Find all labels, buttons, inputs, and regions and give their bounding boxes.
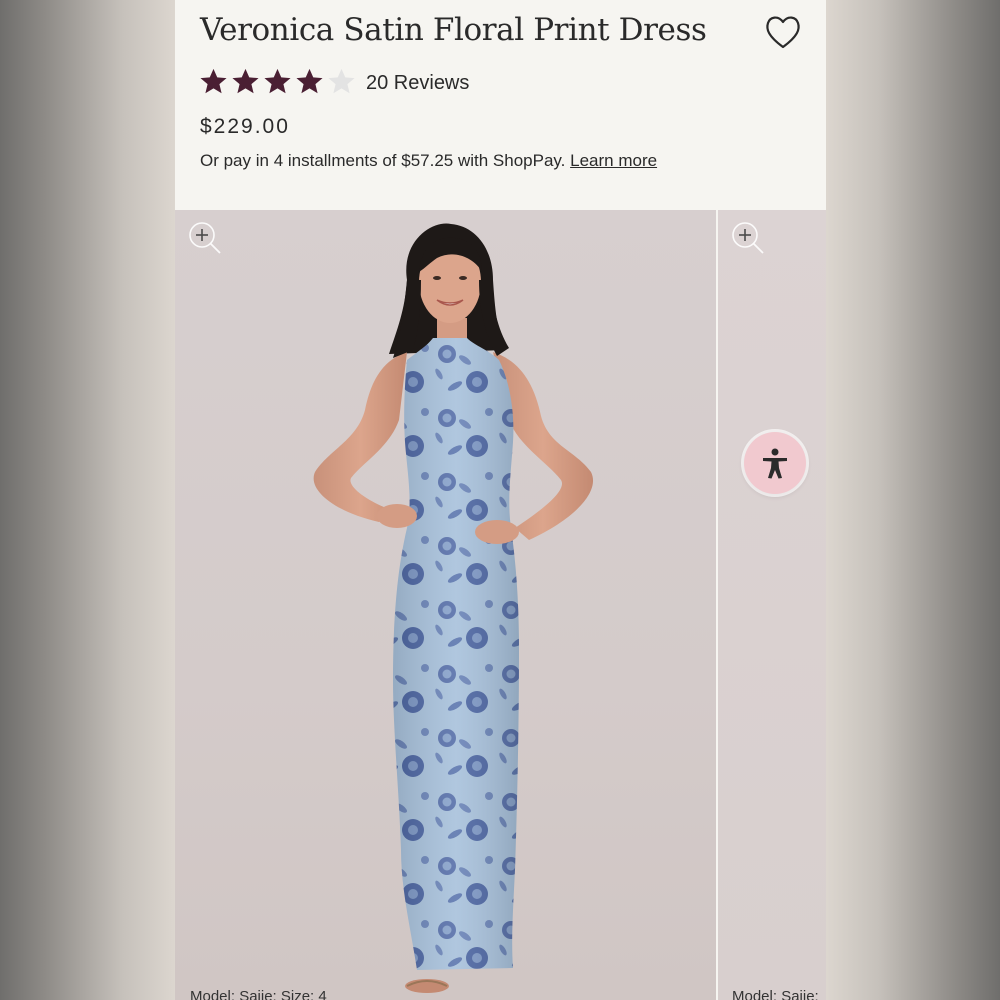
- product-header: Veronica Satin Floral Print Dress 20 Rev…: [175, 0, 826, 210]
- accessibility-button[interactable]: [744, 432, 806, 494]
- reviews-link[interactable]: 20 Reviews: [366, 72, 469, 95]
- gallery-slide-next[interactable]: Model: Saije;: [718, 210, 826, 1000]
- product-price: $229.00: [200, 115, 290, 138]
- star-filled-icon: [296, 68, 323, 94]
- product-page: Veronica Satin Floral Print Dress 20 Rev…: [175, 0, 826, 1000]
- star-empty-icon: [328, 68, 355, 94]
- background-right: [826, 0, 1000, 1000]
- installments-text: Or pay in 4 installments of $57.25 with …: [200, 151, 566, 170]
- accessibility-icon: [763, 448, 787, 479]
- installments-note: Or pay in 4 installments of $57.25 with …: [200, 151, 657, 171]
- gallery-slide-main[interactable]: Model: Saije; Size: 4: [175, 210, 716, 1000]
- background-left: [0, 0, 175, 1000]
- model-caption: Model: Saije; Size: 4: [190, 988, 327, 1000]
- star-filled-icon: [264, 68, 291, 94]
- rating-stars: [199, 67, 356, 96]
- heart-outline-icon[interactable]: [764, 14, 802, 50]
- product-photo: [313, 223, 594, 993]
- star-filled-icon: [232, 68, 259, 94]
- image-gallery[interactable]: Model: Saije; Size: 4 Model: Saije;: [175, 210, 826, 1000]
- learn-more-link[interactable]: Learn more: [570, 151, 657, 170]
- zoom-in-icon[interactable]: [730, 220, 766, 256]
- zoom-in-icon[interactable]: [187, 220, 223, 256]
- star-filled-icon: [200, 68, 227, 94]
- model-caption: Model: Saije;: [732, 988, 819, 1000]
- product-title: Veronica Satin Floral Print Dress: [200, 12, 707, 48]
